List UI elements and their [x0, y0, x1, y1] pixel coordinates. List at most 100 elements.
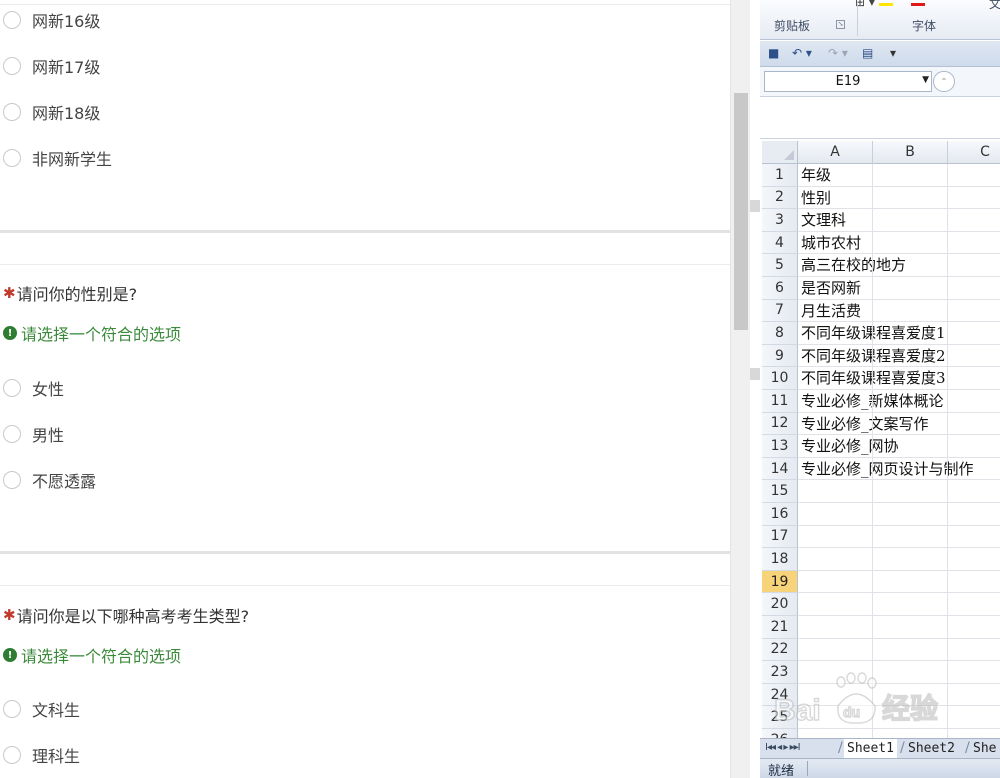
table-row[interactable]: 专业必修_网页设计与制作	[798, 458, 1000, 481]
table-row[interactable]	[798, 503, 1000, 526]
radio-option-non[interactable]: 非网新学生	[3, 146, 112, 170]
row-header[interactable]: 7	[762, 299, 798, 323]
cell-a[interactable]: 文理科	[801, 209, 846, 231]
radio-option-18[interactable]: 网新18级	[3, 100, 100, 124]
radio-circle[interactable]	[3, 471, 21, 489]
cell-a[interactable]: 不同年级课程喜爱度1	[801, 322, 946, 344]
name-box[interactable]: E19 ▼	[764, 71, 932, 92]
formula-grip-icon[interactable]: ⁼	[933, 71, 955, 92]
cell-a[interactable]: 专业必修_网协	[801, 435, 899, 457]
row-header[interactable]: 6	[762, 277, 798, 300]
save-icon[interactable]: ■	[768, 46, 779, 60]
radio-option-male[interactable]: 男性	[3, 422, 64, 446]
row-header[interactable]: 19	[762, 570, 798, 594]
row-header[interactable]: 16	[762, 503, 798, 526]
highlight-color-icon[interactable]	[878, 3, 893, 6]
radio-option-female[interactable]: 女性	[3, 376, 64, 400]
radio-option-16[interactable]: 网新16级	[3, 8, 100, 32]
splitter-grip[interactable]	[750, 200, 760, 212]
scroll-thumb[interactable]	[734, 93, 748, 330]
row-header[interactable]: 13	[762, 435, 798, 458]
table-row[interactable]	[798, 616, 1000, 639]
radio-circle[interactable]	[3, 746, 21, 764]
table-row[interactable]: 城市农村	[798, 232, 1000, 255]
table-row[interactable]: 是否网新	[798, 277, 1000, 300]
table-row[interactable]: 年级	[798, 164, 1000, 187]
formula-input[interactable]	[760, 97, 1000, 139]
radio-option-science[interactable]: 理科生	[3, 743, 80, 767]
row-header[interactable]: 4	[762, 231, 798, 255]
table-row[interactable]: 不同年级课程喜爱度2	[798, 345, 1000, 368]
row-header[interactable]: 25	[762, 706, 798, 729]
row-header[interactable]: 26	[762, 729, 798, 738]
row-header[interactable]: 1	[762, 164, 798, 187]
cell-a[interactable]: 专业必修_文案写作	[801, 413, 929, 435]
row-header[interactable]: 20	[762, 593, 798, 616]
sheet-tab-3[interactable]: She	[973, 739, 996, 758]
font-tools[interactable]: ⊞ ▾	[855, 0, 925, 9]
row-header[interactable]: 3	[762, 209, 798, 232]
cell-a[interactable]: 高三在校的地方	[801, 254, 906, 276]
table-row[interactable]: 专业必修_网协	[798, 435, 1000, 458]
column-header-b[interactable]: B	[873, 141, 948, 164]
radio-circle[interactable]	[3, 700, 21, 718]
sheet-tab-2[interactable]: Sheet2	[908, 739, 955, 758]
row-header[interactable]: 22	[762, 638, 798, 662]
table-row[interactable]: 月生活费	[798, 300, 1000, 323]
table-row[interactable]	[798, 526, 1000, 549]
table-row[interactable]	[798, 593, 1000, 616]
column-header-a[interactable]: A	[798, 141, 873, 164]
table-row[interactable]: 专业必修_文案写作	[798, 413, 1000, 436]
radio-circle[interactable]	[3, 11, 21, 29]
cell-a[interactable]: 不同年级课程喜爱度3	[801, 367, 946, 389]
vertical-scrollbar[interactable]	[730, 0, 750, 778]
table-row[interactable]	[798, 571, 1000, 594]
table-row[interactable]	[798, 661, 1000, 684]
radio-circle[interactable]	[3, 103, 21, 121]
radio-option-arts[interactable]: 文科生	[3, 697, 80, 721]
table-row[interactable]: 不同年级课程喜爱度1	[798, 322, 1000, 345]
row-header[interactable]: 24	[762, 683, 798, 707]
table-row[interactable]: 不同年级课程喜爱度3	[798, 367, 1000, 390]
column-header-c[interactable]: C	[948, 141, 1000, 164]
cell-a[interactable]: 城市农村	[801, 232, 861, 254]
table-row[interactable]	[798, 729, 1000, 738]
dialog-launcher-icon[interactable]: ↘	[836, 20, 845, 29]
table-row[interactable]: 专业必修_新媒体概论	[798, 390, 1000, 413]
spreadsheet-grid[interactable]: A B C 1 年级 2 性别 3 文理科 4 城市农村 5 高三在校的地方 6 是否网新 7 月生活费 8…	[762, 141, 1000, 738]
table-row[interactable]: 文理科	[798, 209, 1000, 232]
chevron-down-icon[interactable]: ▼	[922, 75, 929, 85]
sheet-tab-1[interactable]: Sheet1	[844, 739, 897, 758]
row-header[interactable]: 2	[762, 186, 798, 210]
row-header[interactable]: 11	[762, 390, 798, 413]
customize-qat-icon[interactable]: ▾	[890, 46, 896, 60]
radio-circle[interactable]	[3, 425, 21, 443]
splitter-grip[interactable]	[750, 368, 760, 380]
radio-circle[interactable]	[3, 149, 21, 167]
table-row[interactable]	[798, 548, 1000, 571]
cell-a[interactable]: 是否网新	[801, 277, 861, 299]
undo-icon[interactable]: ↶ ▾	[792, 46, 812, 60]
row-header[interactable]: 23	[762, 661, 798, 684]
form-icon[interactable]: ▤	[862, 46, 873, 60]
radio-option-17[interactable]: 网新17级	[3, 54, 100, 78]
cell-a[interactable]: 月生活费	[801, 300, 861, 322]
table-row[interactable]	[798, 706, 1000, 729]
row-header[interactable]: 12	[762, 412, 798, 436]
row-header[interactable]: 21	[762, 616, 798, 639]
table-row[interactable]	[798, 639, 1000, 662]
cell-a[interactable]: 不同年级课程喜爱度2	[801, 345, 946, 367]
row-header[interactable]: 8	[762, 322, 798, 345]
row-header[interactable]: 5	[762, 254, 798, 277]
font-color-icon[interactable]	[910, 3, 925, 6]
row-header[interactable]: 17	[762, 525, 798, 549]
radio-option-undisclosed[interactable]: 不愿透露	[3, 468, 96, 492]
row-header[interactable]: 10	[762, 367, 798, 390]
table-row[interactable]: 性别	[798, 187, 1000, 210]
row-header[interactable]: 9	[762, 344, 798, 368]
redo-icon[interactable]: ↷ ▾	[828, 46, 848, 60]
sheet-nav-arrows[interactable]: I◂◂ ◂ ▸ ▸▸I	[765, 742, 801, 753]
row-header[interactable]: 18	[762, 548, 798, 571]
row-header[interactable]: 14	[762, 457, 798, 481]
cell-a[interactable]: 年级	[801, 164, 831, 186]
